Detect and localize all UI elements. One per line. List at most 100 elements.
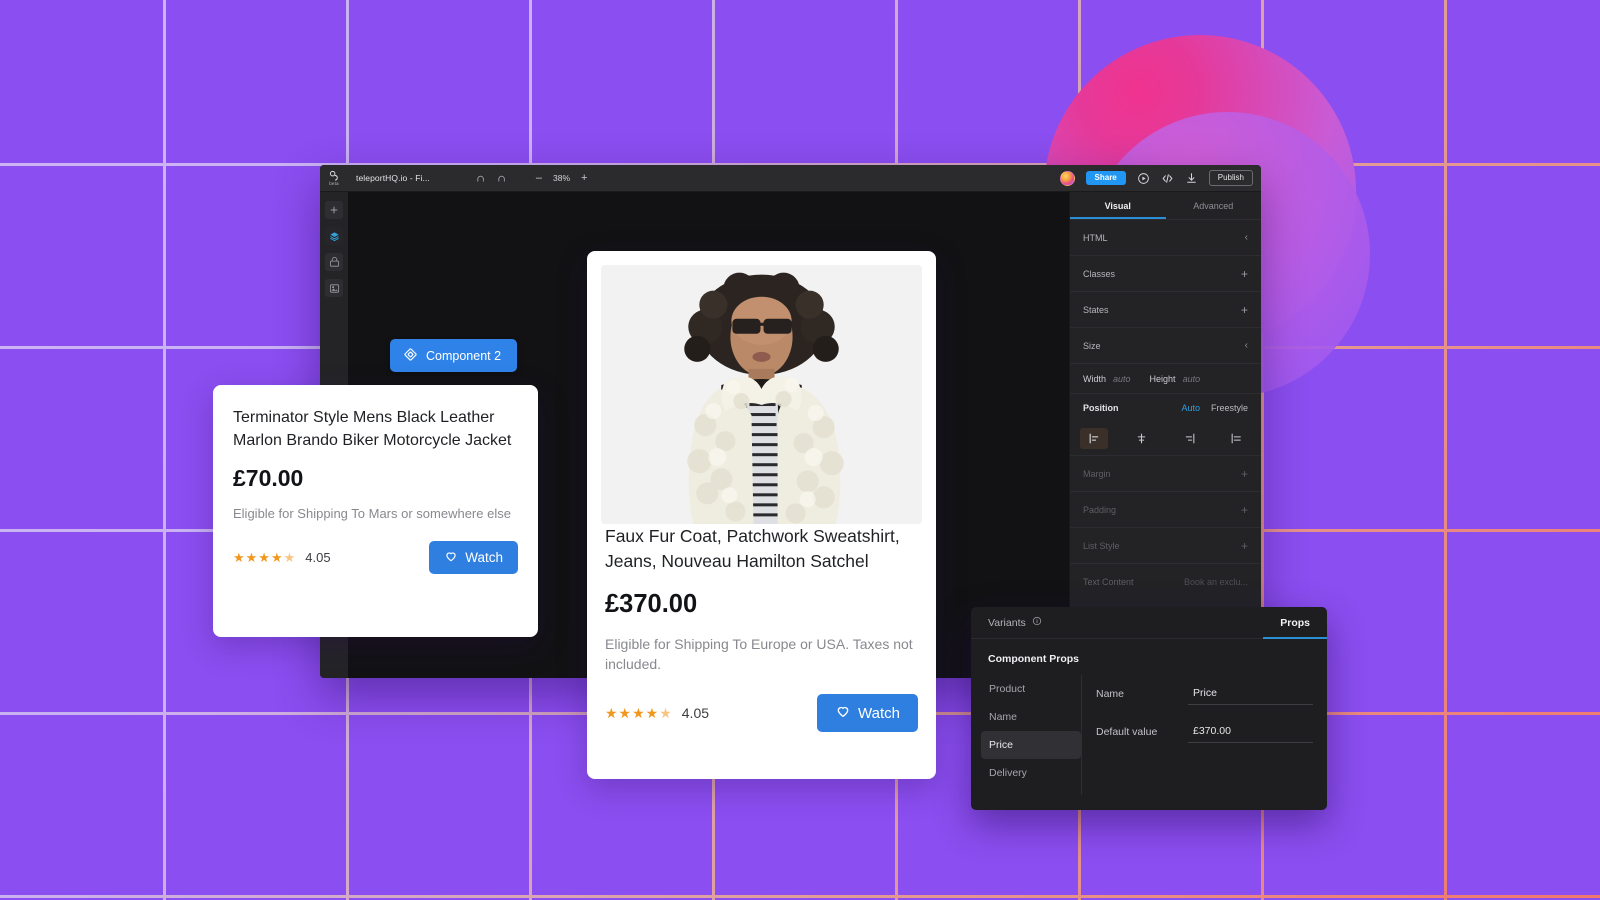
image-icon[interactable] xyxy=(325,279,343,297)
property-row-padding[interactable]: Padding + xyxy=(1070,491,1261,527)
width-label: Width xyxy=(1083,374,1106,384)
plus-icon[interactable]: + xyxy=(1241,304,1248,316)
code-icon[interactable] xyxy=(1161,172,1174,185)
zoom-out-button[interactable]: – xyxy=(536,173,542,184)
prop-name-label: Name xyxy=(1096,688,1188,705)
position-row: Position Auto Freestyle xyxy=(1070,393,1261,421)
layers-icon[interactable] xyxy=(325,227,343,245)
publish-button[interactable]: Publish xyxy=(1209,170,1253,186)
property-row-html[interactable]: HTML ‹ xyxy=(1070,219,1261,255)
rating-value: 4.05 xyxy=(682,705,709,721)
zoom-level: 38% xyxy=(553,173,570,183)
watch-button-label: Watch xyxy=(465,550,503,565)
product-card-main[interactable]: Faux Fur Coat, Patchwork Sweatshirt, Jea… xyxy=(587,251,936,779)
position-option-freestyle[interactable]: Freestyle xyxy=(1211,403,1248,413)
size-fields-row: Width auto Height auto xyxy=(1070,363,1261,393)
watch-button[interactable]: Watch xyxy=(817,694,918,732)
properties-panel-tabs: Visual Advanced xyxy=(1070,192,1261,219)
tab-advanced[interactable]: Advanced xyxy=(1166,192,1262,219)
beta-label: beta xyxy=(329,181,339,186)
property-row-classes[interactable]: Classes + xyxy=(1070,255,1261,291)
star-rating-icon: ★★★★★ xyxy=(605,705,673,722)
css-box-icon[interactable] xyxy=(325,253,343,271)
prop-item-delivery[interactable]: Delivery xyxy=(981,759,1081,787)
plus-icon[interactable]: + xyxy=(1241,268,1248,280)
component-badge-label: Component 2 xyxy=(426,349,501,363)
info-icon[interactable] xyxy=(1032,616,1042,629)
product-rating: ★★★★★ 4.05 xyxy=(233,550,331,566)
chevron-left-icon[interactable]: ‹ xyxy=(1245,232,1248,243)
props-panel-tabs: Variants Props xyxy=(971,607,1327,639)
height-input[interactable]: auto xyxy=(1183,374,1201,384)
property-row-margin[interactable]: Margin + xyxy=(1070,455,1261,491)
prop-default-value-input[interactable]: £370.00 xyxy=(1188,725,1313,743)
heart-icon xyxy=(835,703,851,723)
props-list: Product Name Price Delivery xyxy=(971,675,1081,795)
align-justify-icon[interactable] xyxy=(1223,428,1251,449)
undo-icon[interactable] xyxy=(476,173,487,184)
star-rating-icon: ★★★★★ xyxy=(233,550,296,566)
plus-icon[interactable]: + xyxy=(1241,540,1248,552)
properties-panel: Visual Advanced HTML ‹ Classes + States … xyxy=(1069,192,1261,678)
tab-variants[interactable]: Variants xyxy=(971,616,1042,629)
prop-name-input[interactable]: Price xyxy=(1188,687,1313,705)
plus-icon[interactable]: + xyxy=(1241,468,1248,480)
teleporthq-logo[interactable]: beta xyxy=(320,165,348,192)
component-props-panel: Variants Props Component Props Product N… xyxy=(971,607,1327,810)
height-label: Height xyxy=(1150,374,1176,384)
watch-button[interactable]: Watch xyxy=(429,541,518,574)
tab-variants-label: Variants xyxy=(988,617,1026,629)
avatar[interactable] xyxy=(1060,171,1075,186)
position-label: Position xyxy=(1083,403,1119,413)
property-label-html: HTML xyxy=(1083,233,1108,243)
position-option-auto[interactable]: Auto xyxy=(1181,403,1200,413)
alignment-buttons xyxy=(1070,421,1261,455)
play-icon[interactable] xyxy=(1137,172,1150,185)
product-title: Terminator Style Mens Black Leather Marl… xyxy=(233,407,518,452)
tab-props[interactable]: Props xyxy=(1263,607,1327,638)
component-props-heading: Component Props xyxy=(971,639,1327,665)
text-content-value[interactable]: Book an exclu... xyxy=(1184,577,1248,587)
property-label-size: Size xyxy=(1083,341,1101,351)
add-element-icon[interactable] xyxy=(325,201,343,219)
product-price: £70.00 xyxy=(233,465,518,492)
property-row-states[interactable]: States + xyxy=(1070,291,1261,327)
plus-icon[interactable]: + xyxy=(1241,504,1248,516)
align-center-icon[interactable] xyxy=(1128,428,1156,449)
property-row-text-content[interactable]: Text Content Book an exclu... xyxy=(1070,563,1261,599)
redo-icon[interactable] xyxy=(497,173,508,184)
align-left-icon[interactable] xyxy=(1080,428,1108,449)
document-title: teleportHQ.io - Fi... xyxy=(356,173,430,183)
watch-button-label: Watch xyxy=(858,705,900,722)
component-badge[interactable]: Component 2 xyxy=(390,339,517,372)
property-label-margin: Margin xyxy=(1083,469,1111,479)
property-label-padding: Padding xyxy=(1083,505,1116,515)
rating-value: 4.05 xyxy=(305,550,330,565)
product-rating: ★★★★★ 4.05 xyxy=(605,705,709,722)
prop-item-name[interactable]: Name xyxy=(981,703,1081,731)
property-label-states: States xyxy=(1083,305,1109,315)
prop-item-price[interactable]: Price xyxy=(981,731,1081,759)
editor-toolbar: beta teleportHQ.io - Fi... – 38% + Share xyxy=(320,165,1261,192)
product-card-left[interactable]: Terminator Style Mens Black Leather Marl… xyxy=(213,385,538,637)
prop-default-value-label: Default value xyxy=(1096,726,1188,743)
property-label-list-style: List Style xyxy=(1083,541,1120,551)
product-title: Faux Fur Coat, Patchwork Sweatshirt, Jea… xyxy=(601,524,922,574)
width-input[interactable]: auto xyxy=(1113,374,1131,384)
product-shipping-note: Eligible for Shipping To Mars or somewhe… xyxy=(233,505,518,524)
property-row-list-style[interactable]: List Style + xyxy=(1070,527,1261,563)
align-right-icon[interactable] xyxy=(1175,428,1203,449)
tab-visual[interactable]: Visual xyxy=(1070,192,1166,219)
download-icon[interactable] xyxy=(1185,172,1198,185)
property-label-classes: Classes xyxy=(1083,269,1115,279)
diamond-icon xyxy=(403,347,418,365)
heart-icon xyxy=(444,549,458,566)
prop-detail: Name Price Default value £370.00 xyxy=(1081,675,1327,795)
zoom-in-button[interactable]: + xyxy=(581,173,587,184)
share-button[interactable]: Share xyxy=(1086,171,1126,185)
product-image xyxy=(601,265,922,524)
prop-item-product[interactable]: Product xyxy=(981,675,1081,703)
property-row-size[interactable]: Size ‹ xyxy=(1070,327,1261,363)
product-shipping-note: Eligible for Shipping To Europe or USA. … xyxy=(601,634,922,675)
chevron-left-icon[interactable]: ‹ xyxy=(1245,340,1248,351)
